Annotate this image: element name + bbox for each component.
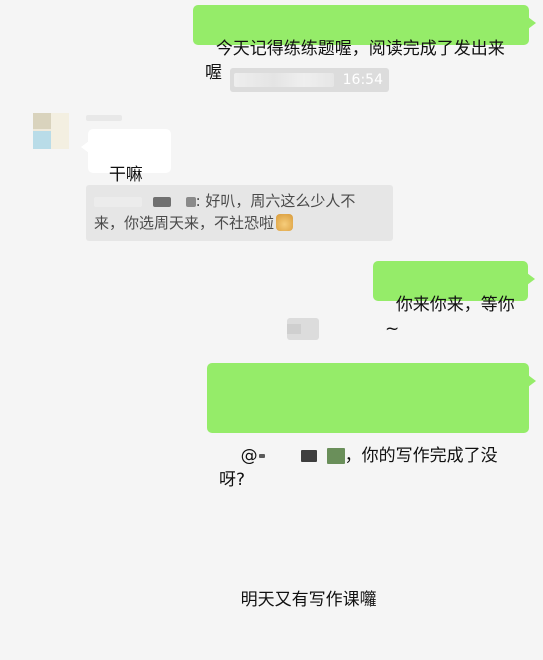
blurred-quote-name xyxy=(185,196,196,207)
timestamp-text: 16:54 xyxy=(342,72,383,88)
other-message-bubble[interactable]: 干嘛 xyxy=(81,129,171,209)
message-text: 明天又有写作课囖 xyxy=(240,590,377,610)
message-line-1: @ ，你的写作完成了没呀? xyxy=(219,420,517,516)
message-text: 你来你来，等你~ xyxy=(385,295,515,339)
blurred-quote-name xyxy=(152,196,171,207)
quote-line-1: : 好叭，周六这么少人不 xyxy=(94,190,385,212)
quote-text: : 好叭，周六这么少人不 xyxy=(195,192,356,210)
blurred-mention-name xyxy=(300,450,317,462)
self-message-bubble[interactable]: @ ，你的写作完成了没呀? 明天又有写作课囖 xyxy=(207,363,536,610)
avatar[interactable] xyxy=(33,113,69,149)
doge-emoji-icon xyxy=(276,214,294,231)
message-text: 干嘛 xyxy=(108,165,143,185)
blurred-mention-name xyxy=(258,454,265,458)
message-line-2: 明天又有写作课囖 xyxy=(219,564,517,636)
blurred-system-notice xyxy=(287,318,319,340)
quote-line-2: 来，你选周天来，不社恐啦 xyxy=(94,212,385,234)
self-message-bubble[interactable]: 你来你来，等你~ xyxy=(373,261,535,339)
blurred-sender-name xyxy=(86,115,122,121)
timestamp-pill: 16:54 xyxy=(230,68,389,92)
blurred-mention-name xyxy=(326,448,345,464)
quote-text: 来，你选周天来，不社恐啦 xyxy=(94,214,275,232)
self-message-bubble[interactable]: 今天记得练练题喔，阅读完成了发出来喔 xyxy=(193,5,536,83)
quoted-message[interactable]: : 好叭，周六这么少人不 来，你选周天来，不社恐啦 xyxy=(86,185,393,241)
mention-symbol: @ xyxy=(240,446,258,466)
blurred-quote-name xyxy=(94,196,142,207)
message-text: ，你的写作完成了没呀? xyxy=(219,446,498,490)
blurred-date xyxy=(234,73,334,87)
